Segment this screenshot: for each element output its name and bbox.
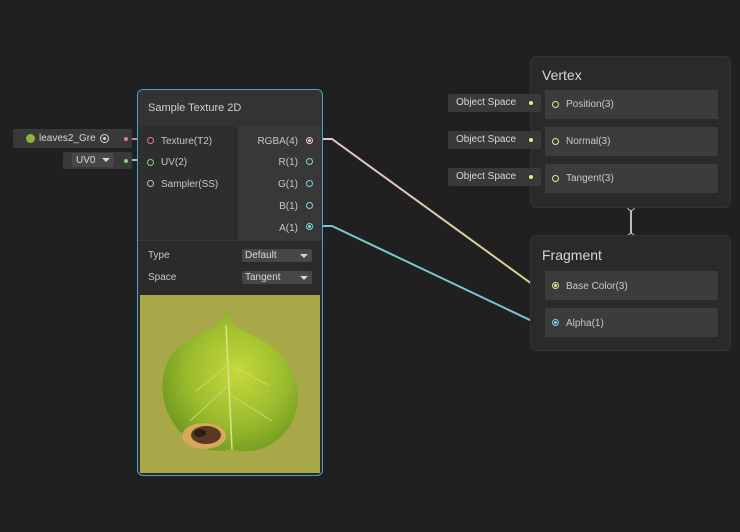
vertex-block[interactable]: Vertex Position(3) Normal(3) Tangent(3) <box>530 56 731 208</box>
leaf-preview-image <box>162 307 298 452</box>
tangent-space-port[interactable] <box>529 175 533 179</box>
tangent-space-input[interactable]: Object Space <box>448 168 541 186</box>
target-icon[interactable] <box>100 134 109 143</box>
sampler-port-label: Sampler(SS) <box>161 179 219 190</box>
uv-port-label: UV(2) <box>161 157 188 168</box>
leaf-thumbnail-icon <box>26 134 35 143</box>
b-port[interactable] <box>306 202 313 209</box>
node-header[interactable]: Sample Texture 2D <box>138 90 322 126</box>
texture-port-label: Texture(T2) <box>161 136 213 147</box>
alpha-slot[interactable]: Alpha(1) <box>545 308 718 337</box>
position-space-value: Object Space <box>456 97 517 108</box>
uv-input-field[interactable]: UV0 <box>63 152 132 169</box>
sample-texture-node[interactable]: Sample Texture 2D Texture(T2) UV(2) Samp… <box>137 89 323 476</box>
position-port[interactable] <box>552 101 559 108</box>
type-label: Type <box>148 250 170 261</box>
normal-port[interactable] <box>552 138 559 145</box>
normal-slot[interactable]: Normal(3) <box>545 127 718 156</box>
fragment-block[interactable]: Fragment Base Color(3) Alpha(1) <box>530 235 731 351</box>
a-port-label: A(1) <box>279 223 298 234</box>
rgba-port[interactable] <box>306 137 313 144</box>
tangent-space-value: Object Space <box>456 171 517 182</box>
normal-space-value: Object Space <box>456 134 517 145</box>
uv-dropdown[interactable]: UV0 <box>72 153 114 167</box>
vertex-title: Vertex <box>542 67 582 83</box>
texture-preview <box>140 295 320 473</box>
type-dropdown-value: Default <box>245 250 277 261</box>
chevron-down-icon <box>102 158 110 162</box>
r-port-label: R(1) <box>278 157 298 168</box>
chevron-down-icon <box>300 254 308 258</box>
chevron-down-icon <box>300 276 308 280</box>
alpha-port[interactable] <box>552 319 559 326</box>
base-color-slot[interactable]: Base Color(3) <box>545 271 718 300</box>
texture-input-field[interactable]: leaves2_Gre <box>13 129 132 148</box>
sampler-port[interactable] <box>147 180 154 187</box>
tangent-port[interactable] <box>552 175 559 182</box>
b-port-label: B(1) <box>279 201 298 212</box>
base-color-port[interactable] <box>552 282 559 289</box>
type-dropdown[interactable]: Default <box>242 249 312 262</box>
base-color-label: Base Color(3) <box>566 281 628 292</box>
space-dropdown[interactable]: Tangent <box>242 271 312 284</box>
uv-input-port[interactable] <box>124 159 128 163</box>
tangent-label: Tangent(3) <box>566 173 614 184</box>
normal-label: Normal(3) <box>566 136 611 147</box>
texture-port[interactable] <box>147 137 154 144</box>
tangent-slot[interactable]: Tangent(3) <box>545 164 718 193</box>
space-label: Space <box>148 272 177 283</box>
texture-input-port[interactable] <box>124 137 128 141</box>
texture-input-value: leaves2_Gre <box>39 133 96 144</box>
space-dropdown-value: Tangent <box>245 272 281 283</box>
alpha-label: Alpha(1) <box>566 318 604 329</box>
position-space-port[interactable] <box>529 101 533 105</box>
node-title: Sample Texture 2D <box>148 102 242 114</box>
rgba-to-basecolor-wire <box>312 138 553 285</box>
a-port[interactable] <box>306 223 313 230</box>
uv-input-value: UV0 <box>76 155 96 166</box>
position-slot[interactable]: Position(3) <box>545 90 718 119</box>
g-port[interactable] <box>306 180 313 187</box>
normal-space-port[interactable] <box>529 138 533 142</box>
rgba-port-label: RGBA(4) <box>257 136 298 147</box>
position-label: Position(3) <box>566 99 614 110</box>
r-port[interactable] <box>306 158 313 165</box>
uv-port[interactable] <box>147 159 154 166</box>
position-space-input[interactable]: Object Space <box>448 94 541 112</box>
g-port-label: G(1) <box>278 179 298 190</box>
fragment-title: Fragment <box>542 247 602 263</box>
normal-space-input[interactable]: Object Space <box>448 131 541 149</box>
